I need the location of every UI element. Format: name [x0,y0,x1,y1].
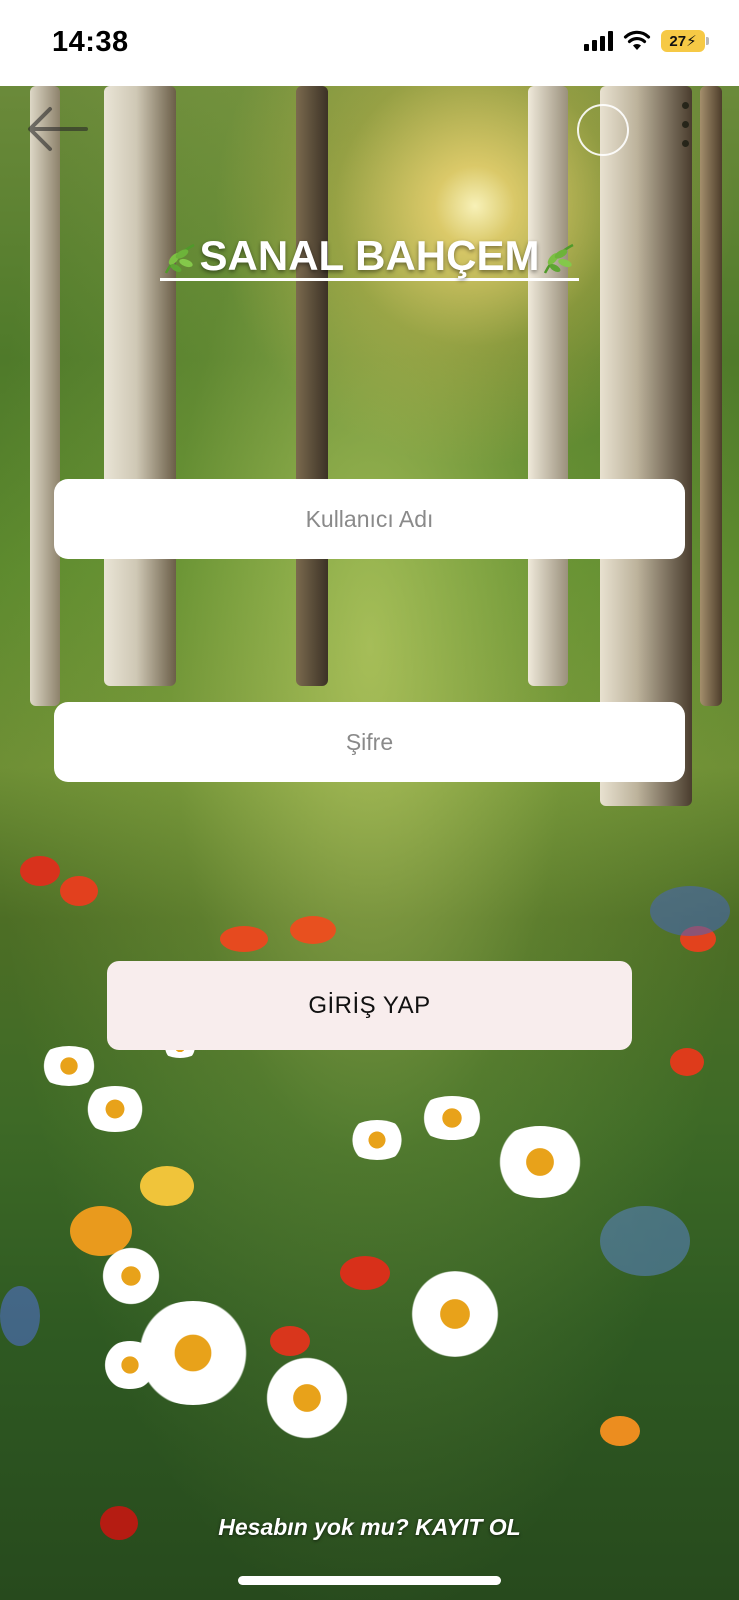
daisy-decoration [415,1096,489,1140]
wifi-icon [623,30,651,50]
tree-trunk [30,86,60,706]
daisy-decoration [345,1120,409,1160]
back-arrow-icon [28,107,88,151]
flower-decoration [340,1256,390,1290]
login-button[interactable]: GİRİŞ YAP [107,961,632,1050]
back-button[interactable] [22,104,92,154]
flower-decoration [140,1166,194,1206]
daisy-decoration [100,1341,160,1389]
flower-decoration [60,876,98,906]
password-input[interactable] [54,702,685,782]
tree-trunk [700,86,722,706]
title-underline: SANAL BAHÇEM [159,232,580,281]
leaf-icon [544,243,575,274]
background-scene [0,86,739,1600]
flower-decoration [20,856,60,886]
battery-level: 27 [669,32,687,50]
daisy-decoration [405,1271,505,1357]
flower-decoration [270,1326,310,1356]
battery-charging-icon: 27 ⚡ [661,30,709,52]
tree-trunk [104,86,176,686]
daisy-decoration [490,1126,590,1198]
daisy-decoration [100,1246,162,1306]
charging-bolt-icon: ⚡ [686,33,697,50]
flower-decoration [0,1286,40,1346]
daisy-decoration [36,1046,102,1086]
flower-decoration [290,916,336,944]
daisy-decoration [80,1086,150,1132]
flower-decoration [670,1048,704,1076]
leaf-icon [164,243,195,274]
more-dots-icon[interactable] [682,102,689,159]
flower-decoration [650,886,730,936]
circle-icon[interactable] [577,104,629,156]
flower-decoration [220,926,268,952]
home-indicator [238,1576,501,1585]
daisy-decoration [262,1356,352,1440]
status-bar: 14:38 27 ⚡ [0,0,739,86]
tree-trunk [296,86,328,686]
username-input[interactable] [54,479,685,559]
status-time: 14:38 [52,26,129,58]
app-title: SANAL BAHÇEM [0,232,739,281]
flower-decoration [600,1416,640,1446]
flower-decoration [600,1206,690,1276]
app-title-text: SANAL BAHÇEM [199,232,540,279]
signal-icon [584,31,613,51]
status-icons: 27 ⚡ [584,30,709,52]
register-link[interactable]: Hesabın yok mu? KAYIT OL [0,1514,739,1541]
tree-trunk [600,86,692,806]
tree-trunk [528,86,568,686]
